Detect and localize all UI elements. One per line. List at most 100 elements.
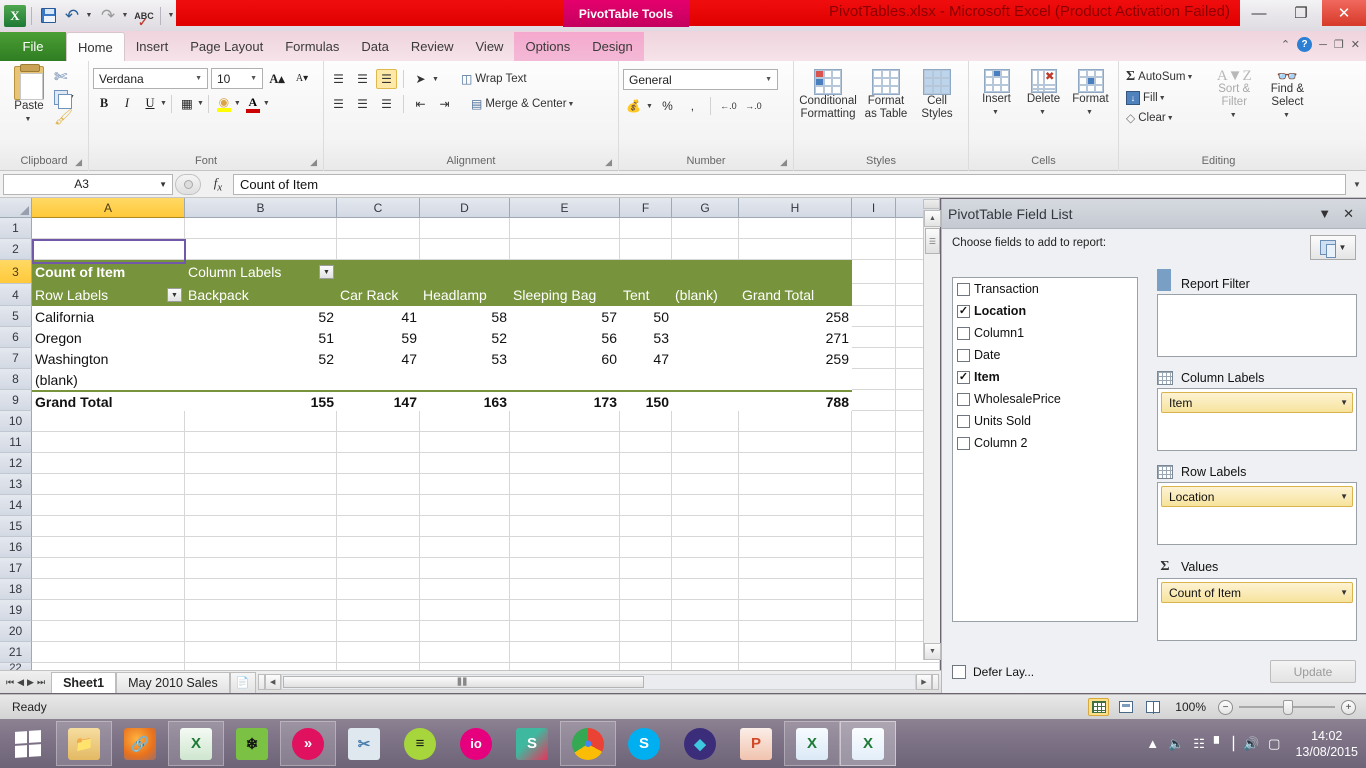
cell-D4-headlamp[interactable]: Headlamp	[420, 284, 510, 306]
name-box[interactable]: A3 ▼	[3, 173, 173, 195]
field-item-date[interactable]: Date	[953, 344, 1137, 366]
restore-window-button[interactable]: ❐	[1280, 0, 1322, 26]
borders-dropdown-icon[interactable]: ▼	[197, 100, 204, 107]
volume-mute-icon[interactable]: 🔈	[1168, 736, 1184, 752]
formula-input[interactable]: Count of Item	[233, 173, 1346, 195]
cell-B6[interactable]: 51	[185, 327, 337, 348]
row-header-6[interactable]: 6	[0, 327, 32, 348]
redo-dropdown-icon[interactable]: ▼	[121, 5, 131, 27]
cell-B3-column-labels[interactable]: Column Labels ▼	[185, 260, 337, 284]
merge-center-dropdown-icon[interactable]: ▼	[568, 101, 575, 108]
fill-color-button[interactable]: ◉	[213, 93, 235, 114]
format-cells-button[interactable]: Format ▼	[1067, 67, 1114, 121]
sort-filter-dropdown-icon[interactable]: ▼	[1230, 109, 1237, 122]
column-labels-filter-icon[interactable]: ▼	[319, 265, 334, 279]
cell-A3-count-of-item[interactable]: Count of Item	[32, 260, 185, 284]
row-header-14[interactable]: 14	[0, 495, 32, 516]
number-dialog-launcher-icon[interactable]: ◢	[780, 154, 787, 170]
first-sheet-icon[interactable]: ⏮	[6, 677, 14, 688]
cell-A7-location[interactable]: Washington	[32, 348, 185, 369]
cell-E9[interactable]: 173	[510, 390, 620, 411]
minimize-window-button[interactable]: —	[1238, 0, 1280, 26]
column-header-B[interactable]: B	[185, 198, 337, 218]
cell-G4-blank[interactable]: (blank)	[672, 284, 739, 306]
view-normal-button[interactable]	[1088, 698, 1110, 716]
cell-E6[interactable]: 56	[510, 327, 620, 348]
cell-E7[interactable]: 60	[510, 348, 620, 369]
chevron-down-icon[interactable]: ▼	[1340, 492, 1348, 501]
cell-styles-button[interactable]: Cell Styles	[914, 67, 960, 123]
close-window-button[interactable]: ✕	[1322, 0, 1366, 26]
chevron-down-icon[interactable]: ▼	[1340, 398, 1348, 407]
tab-data[interactable]: Data	[350, 32, 399, 61]
zone-drop-area-row-labels[interactable]: Location ▼	[1157, 482, 1357, 545]
format-as-table-button[interactable]: Format as Table	[858, 67, 914, 123]
taskbar-firefox[interactable]: 🔗	[112, 721, 168, 766]
tab-home[interactable]: Home	[66, 32, 125, 61]
tab-insert[interactable]: Insert	[125, 32, 180, 61]
scroll-right-button[interactable]: ▶	[916, 674, 932, 690]
fill-dropdown-icon[interactable]: ▼	[1159, 95, 1166, 102]
cell-E4-sleeping-bag[interactable]: Sleeping Bag	[510, 284, 620, 306]
excel-app-icon[interactable]: X	[4, 4, 26, 27]
zone-drop-area-report-filter[interactable]	[1157, 294, 1357, 357]
wrap-text-button[interactable]: ◫ Wrap Text	[458, 71, 530, 87]
sheet-tab-may-2010-sales[interactable]: May 2010 Sales	[116, 671, 230, 693]
save-icon[interactable]	[37, 5, 59, 27]
row-header-2[interactable]: 2	[0, 239, 32, 260]
defer-layout-checkbox[interactable]	[952, 664, 966, 679]
align-right-icon[interactable]: ☰	[376, 94, 397, 114]
increase-decimal-icon[interactable]: ←.0	[718, 96, 739, 116]
row-header-15[interactable]: 15	[0, 516, 32, 537]
autosum-dropdown-icon[interactable]: ▼	[1186, 74, 1193, 81]
last-sheet-icon[interactable]: ⏭	[37, 677, 45, 688]
minimize-ribbon-icon[interactable]: ⌃	[1281, 38, 1290, 51]
zoom-slider[interactable]	[1239, 699, 1335, 715]
network-icon[interactable]: ▘▕	[1214, 736, 1234, 752]
cell-D5[interactable]: 58	[420, 306, 510, 327]
underline-button[interactable]: U	[139, 93, 161, 114]
row-header-20[interactable]: 20	[0, 621, 32, 642]
ribbon-help-controls[interactable]: ⌃ ? ─ ❐ ✕	[1281, 37, 1360, 52]
zoom-out-button[interactable]: −	[1218, 699, 1233, 715]
grow-font-icon[interactable]: A▴	[266, 68, 288, 89]
format-dropdown-icon[interactable]: ▼	[1086, 106, 1093, 119]
tab-options[interactable]: Options	[514, 32, 581, 61]
cell-H9[interactable]: 788	[739, 390, 852, 411]
clear-button[interactable]: ◇ Clear ▼	[1123, 110, 1208, 126]
alignment-dialog-launcher-icon[interactable]: ◢	[605, 154, 612, 170]
close-workbook-icon[interactable]: ✕	[1351, 38, 1360, 51]
column-header-E[interactable]: E	[510, 198, 620, 218]
middle-align-icon[interactable]: ☰	[352, 69, 373, 89]
taskbar-powerpoint[interactable]: P	[728, 721, 784, 766]
field-pill-location[interactable]: Location ▼	[1161, 486, 1353, 507]
merge-center-button[interactable]: ▤ Merge & Center ▼	[468, 96, 577, 112]
update-button[interactable]: Update	[1270, 660, 1356, 683]
tab-file[interactable]: File	[0, 32, 66, 61]
find-select-button[interactable]: 👓 Find & Select ▼	[1261, 68, 1314, 124]
delete-dropdown-icon[interactable]: ▼	[1039, 106, 1046, 119]
action-center-icon[interactable]: ☷	[1193, 736, 1205, 752]
column-header-C[interactable]: C	[337, 198, 420, 218]
row-header-13[interactable]: 13	[0, 474, 32, 495]
next-sheet-icon[interactable]: ▶	[27, 677, 34, 688]
scroll-up-button[interactable]: ▲	[924, 210, 941, 227]
comma-style-icon[interactable]: ,	[682, 96, 703, 116]
row-header-4[interactable]: 4	[0, 284, 32, 306]
sheet-tab-sheet1[interactable]: Sheet1	[51, 671, 117, 693]
split-handle[interactable]	[923, 199, 940, 209]
format-painter-icon[interactable]: 🖌	[54, 108, 75, 126]
cell-E5[interactable]: 57	[510, 306, 620, 327]
field-pill-count-of-item[interactable]: Count of Item ▼	[1161, 582, 1353, 603]
cell-F6[interactable]: 53	[620, 327, 672, 348]
row-header-10[interactable]: 10	[0, 411, 32, 432]
cell-C5[interactable]: 41	[337, 306, 420, 327]
font-dialog-launcher-icon[interactable]: ◢	[310, 154, 317, 170]
underline-dropdown-icon[interactable]: ▼	[160, 100, 167, 107]
taskbar-io[interactable]: io	[448, 721, 504, 766]
taskbar-chrome[interactable]: ●	[560, 721, 616, 766]
row-header-7[interactable]: 7	[0, 348, 32, 369]
fill-color-dropdown-icon[interactable]: ▼	[234, 100, 241, 107]
taskbar-sourcetree[interactable]: ❄	[224, 721, 280, 766]
column-header-A[interactable]: A	[32, 198, 185, 218]
